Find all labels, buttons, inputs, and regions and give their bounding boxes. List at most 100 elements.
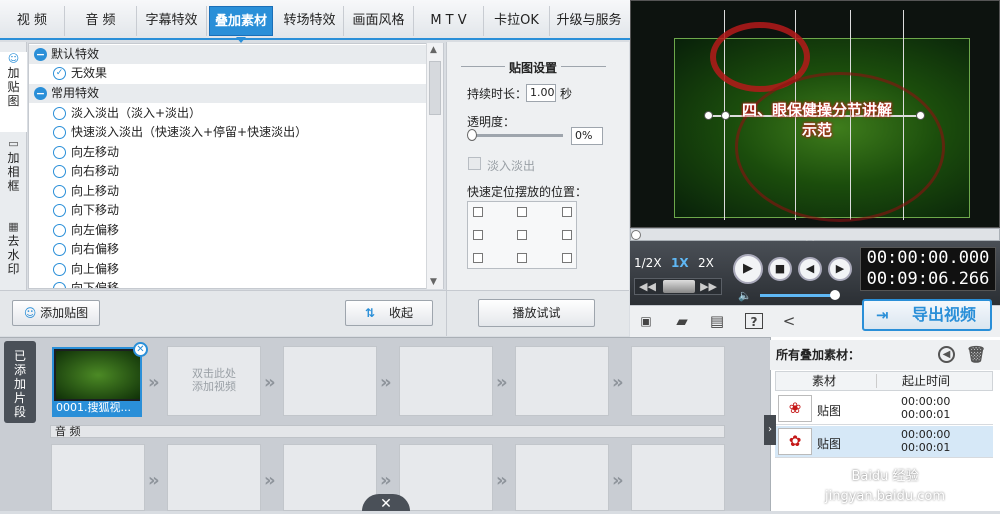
effect-item[interactable]: 淡入淡出（淡入+淡出） xyxy=(29,104,427,123)
open-folder-icon[interactable]: ▰ xyxy=(673,313,691,329)
arrow-icon: » xyxy=(612,470,624,491)
new-icon[interactable]: ▣ xyxy=(637,313,655,329)
effect-item[interactable]: 向下偏移 xyxy=(29,279,427,288)
fast-forward-icon[interactable]: ▶▶ xyxy=(700,279,717,294)
speed-double[interactable]: 2X xyxy=(698,256,714,270)
rewind-icon[interactable]: ◀◀ xyxy=(639,279,656,294)
tab-video[interactable]: 视 频 xyxy=(0,6,65,36)
effect-group-header[interactable]: − 常用特效 xyxy=(29,84,427,103)
position-top-right[interactable] xyxy=(562,207,572,217)
overlay-row[interactable]: ✿ 贴图 00:00:00 00:00:01 xyxy=(775,426,993,458)
effect-list-scrollbar[interactable]: ▲ ▼ xyxy=(426,43,443,289)
effect-item[interactable]: 向上偏移 xyxy=(29,260,427,279)
effect-item[interactable]: 向左偏移 xyxy=(29,221,427,240)
audio-slot[interactable] xyxy=(399,444,493,511)
collapse-timeline-icon[interactable]: ✕ xyxy=(362,494,410,512)
tab-overlay-material[interactable]: 叠加素材 xyxy=(209,6,273,43)
position-top-left[interactable] xyxy=(473,207,483,217)
speed-normal[interactable]: 1X xyxy=(671,256,689,270)
arrow-icon: » xyxy=(380,470,392,491)
tab-subtitle-effects[interactable]: 字幕特效 xyxy=(137,6,207,36)
stop-button[interactable]: ■ xyxy=(768,257,792,281)
effect-item[interactable]: 向右偏移 xyxy=(29,240,427,259)
audio-slot[interactable] xyxy=(167,444,261,511)
opacity-label: 透明度： xyxy=(467,115,516,129)
position-bottom-center[interactable] xyxy=(517,253,527,263)
current-time: 00:00:00.000 xyxy=(866,248,990,268)
trash-icon[interactable]: 🗑 xyxy=(966,340,986,370)
collapse-button[interactable]: ⇅ 收起 xyxy=(345,300,433,326)
speed-slider-thumb[interactable] xyxy=(663,280,695,293)
opacity-slider-handle[interactable] xyxy=(467,129,477,141)
position-middle-left[interactable] xyxy=(473,230,483,240)
audio-slot[interactable] xyxy=(631,444,725,511)
speed-slider[interactable]: ◀◀ ▶▶ xyxy=(634,278,722,295)
position-center[interactable] xyxy=(517,230,527,240)
position-middle-right[interactable] xyxy=(562,230,572,240)
effect-item[interactable]: 向左移动 xyxy=(29,143,427,162)
previous-frame-button[interactable]: ◀ xyxy=(798,257,822,281)
effect-group-header[interactable]: − 默认特效 xyxy=(29,45,427,64)
close-icon[interactable]: ✕ xyxy=(133,342,148,357)
tab-karaoke[interactable]: 卡拉OK xyxy=(484,6,550,36)
play-button[interactable]: ▶ xyxy=(733,254,763,284)
tab-picture-style[interactable]: 画面风格 xyxy=(344,6,414,36)
radio-icon xyxy=(53,282,66,288)
arrow-icon: » xyxy=(612,372,624,393)
sidenav-label: 加 贴 图 xyxy=(7,66,20,108)
main-tab-bar: 视 频 音 频 字幕特效 叠加素材 转场特效 画面风格 M T V 卡拉OK 升… xyxy=(0,0,630,43)
position-bottom-right[interactable] xyxy=(562,253,572,263)
fade-checkbox[interactable] xyxy=(468,157,481,170)
panel-collapse-handle[interactable]: › xyxy=(764,415,776,445)
volume-slider[interactable] xyxy=(760,294,835,297)
audio-slot[interactable] xyxy=(283,444,377,511)
opacity-slider-track[interactable] xyxy=(469,134,563,137)
sticker-ring xyxy=(735,72,945,222)
speed-half[interactable]: 1/2X xyxy=(634,256,662,270)
duration-input[interactable]: 1.00 xyxy=(526,84,556,102)
effect-item[interactable]: 向下移动 xyxy=(29,201,427,220)
empty-video-slot[interactable] xyxy=(515,346,609,416)
effect-name: 向左移动 xyxy=(71,145,120,159)
opacity-input[interactable]: 0% xyxy=(571,127,603,145)
overlay-panel-title: 所有叠加素材： xyxy=(776,348,861,362)
sidenav-remove-watermark[interactable]: ▦ 去 水 印 xyxy=(0,220,27,288)
add-frame-icon: ▭ xyxy=(8,137,19,150)
tab-upgrade-service[interactable]: 升级与服务 xyxy=(550,6,628,36)
scrollbar-thumb[interactable] xyxy=(429,61,441,115)
effect-item[interactable]: 快速淡入淡出（快速淡入+停留+快速淡出） xyxy=(29,123,427,142)
effect-item[interactable]: ✓ 无效果 xyxy=(29,64,427,83)
back-icon[interactable]: ◀ xyxy=(938,346,955,363)
scroll-down-icon[interactable]: ▼ xyxy=(430,277,437,287)
tab-audio[interactable]: 音 频 xyxy=(65,6,137,36)
sidenav-add-sticker[interactable]: ☺ 加 贴 图 xyxy=(0,52,27,132)
help-icon[interactable]: ? xyxy=(745,313,763,329)
save-icon[interactable]: ▤ xyxy=(708,313,726,329)
export-video-button[interactable]: ⇥ 导出视频 xyxy=(862,299,992,331)
tab-mtv[interactable]: M T V xyxy=(414,6,484,36)
next-frame-button[interactable]: ▶ xyxy=(828,257,852,281)
volume-icon[interactable]: 🔈 xyxy=(738,289,752,302)
preview-test-button[interactable]: 播放试试 xyxy=(478,299,595,327)
sidenav-add-frame[interactable]: ▭ 加 相 框 xyxy=(0,137,27,217)
share-icon[interactable]: < xyxy=(780,313,798,329)
add-video-slot[interactable]: 双击此处 添加视频 xyxy=(167,346,261,416)
empty-video-slot[interactable] xyxy=(631,346,725,416)
position-bottom-left[interactable] xyxy=(473,253,483,263)
audio-slot[interactable] xyxy=(515,444,609,511)
overlay-row[interactable]: ❀ 贴图 00:00:00 00:00:01 xyxy=(775,393,993,425)
volume-slider-handle[interactable] xyxy=(830,290,840,300)
tab-transition-effects[interactable]: 转场特效 xyxy=(276,6,344,36)
playback-progress-bar[interactable] xyxy=(630,228,1000,241)
empty-video-slot[interactable] xyxy=(283,346,377,416)
empty-video-slot[interactable] xyxy=(399,346,493,416)
progress-handle[interactable] xyxy=(631,230,641,240)
position-top-center[interactable] xyxy=(517,207,527,217)
effect-item[interactable]: 向上移动 xyxy=(29,182,427,201)
radio-icon xyxy=(53,224,66,237)
audio-slot[interactable] xyxy=(51,444,145,511)
add-sticker-button[interactable]: ☺ 添加贴图 xyxy=(12,300,100,326)
radio-icon xyxy=(53,204,66,217)
scroll-up-icon[interactable]: ▲ xyxy=(430,45,437,55)
effect-item[interactable]: 向右移动 xyxy=(29,162,427,181)
